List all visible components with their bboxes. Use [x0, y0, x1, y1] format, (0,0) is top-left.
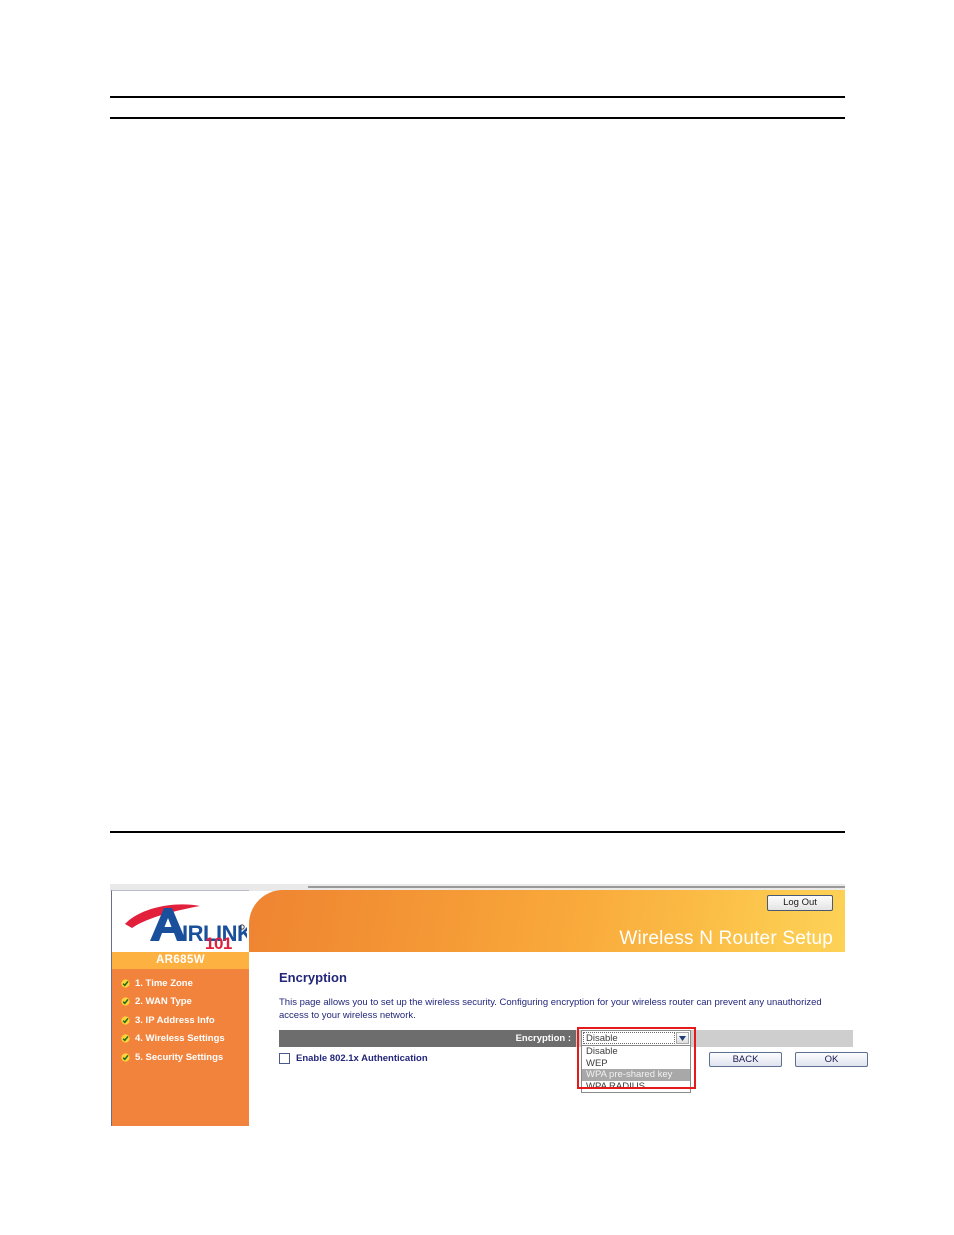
section-heading: Encryption [279, 970, 347, 985]
sidebar-item-time-zone[interactable]: 1. Time Zone [112, 974, 249, 993]
encryption-option-list[interactable]: Disable WEP WPA pre-shared key WPA RADIU… [581, 1046, 691, 1093]
option-disable[interactable]: Disable [582, 1046, 690, 1058]
page-header-banner: Log Out Wireless N Router Setup [249, 890, 845, 952]
check-circle-icon [121, 979, 130, 988]
encryption-label: Encryption : [515, 1033, 571, 1044]
enable-8021x-checkbox[interactable] [279, 1053, 290, 1064]
sidebar-step-list: 1. Time Zone 2. WAN Type 3. IP Address I… [112, 969, 249, 1067]
sidebar-item-security-settings[interactable]: 5. Security Settings [112, 1048, 249, 1067]
section-description: This page allows you to set up the wirel… [279, 997, 822, 1021]
page-rule-top-second [110, 117, 845, 119]
sidebar-item-wan-type[interactable]: 2. WAN Type [112, 993, 249, 1012]
check-circle-icon [121, 997, 130, 1006]
main-content-panel: Encryption This page allows you to set u… [249, 952, 868, 1126]
setup-wizard-sidebar: AR685W 1. Time Zone 2. WAN Type 3. IP Ad… [111, 952, 249, 1126]
option-wep[interactable]: WEP [582, 1058, 690, 1070]
encryption-selected-value: Disable [586, 1032, 618, 1044]
sidebar-item-wireless-settings[interactable]: 4. Wireless Settings [112, 1030, 249, 1049]
sidebar-item-label: 2. WAN Type [135, 996, 192, 1008]
ok-button[interactable]: OK [795, 1052, 868, 1067]
sidebar-item-label: 4. Wireless Settings [135, 1033, 225, 1045]
encryption-select[interactable]: Disable [581, 1030, 691, 1046]
encryption-label-bar: Encryption : [279, 1030, 576, 1047]
chrome-divider-line [308, 886, 845, 888]
router-model-label: AR685W [112, 952, 249, 969]
router-admin-screenshot: IRL INK 101 Log Out Wireless N Router Se… [110, 884, 868, 1127]
sidebar-item-label: 1. Time Zone [135, 977, 193, 989]
enable-8021x-row[interactable]: Enable 802.1x Authentication [279, 1053, 428, 1064]
option-wpa-radius[interactable]: WPA RADIUS [582, 1081, 690, 1093]
encryption-setting-row: Encryption : [279, 1030, 853, 1047]
page-rule-top-first [110, 96, 845, 98]
enable-8021x-label: Enable 802.1x Authentication [296, 1053, 428, 1064]
check-circle-icon [121, 1016, 130, 1025]
brand-logo-panel: IRL INK 101 [111, 890, 249, 952]
sidebar-item-label: 5. Security Settings [135, 1051, 224, 1063]
back-button[interactable]: BACK [709, 1052, 782, 1067]
check-circle-icon [121, 1034, 130, 1043]
sidebar-item-ip-address-info[interactable]: 3. IP Address Info [112, 1011, 249, 1030]
encryption-select-wrapper[interactable]: Disable Disable WEP WPA pre-shared key W… [581, 1030, 691, 1093]
airlink-101-logo: IRL INK 101 [125, 904, 247, 949]
logout-button[interactable]: Log Out [767, 895, 833, 911]
option-wpa-pre-shared-key[interactable]: WPA pre-shared key [582, 1069, 690, 1081]
sidebar-item-label: 3. IP Address Info [135, 1014, 215, 1026]
chevron-down-icon[interactable] [676, 1032, 689, 1044]
page-title: Wireless N Router Setup [619, 928, 833, 949]
check-circle-icon [121, 1053, 130, 1062]
form-actions: BACK OK [709, 1052, 868, 1067]
svg-text:101: 101 [205, 934, 232, 949]
page-rule-bottom [110, 831, 845, 833]
